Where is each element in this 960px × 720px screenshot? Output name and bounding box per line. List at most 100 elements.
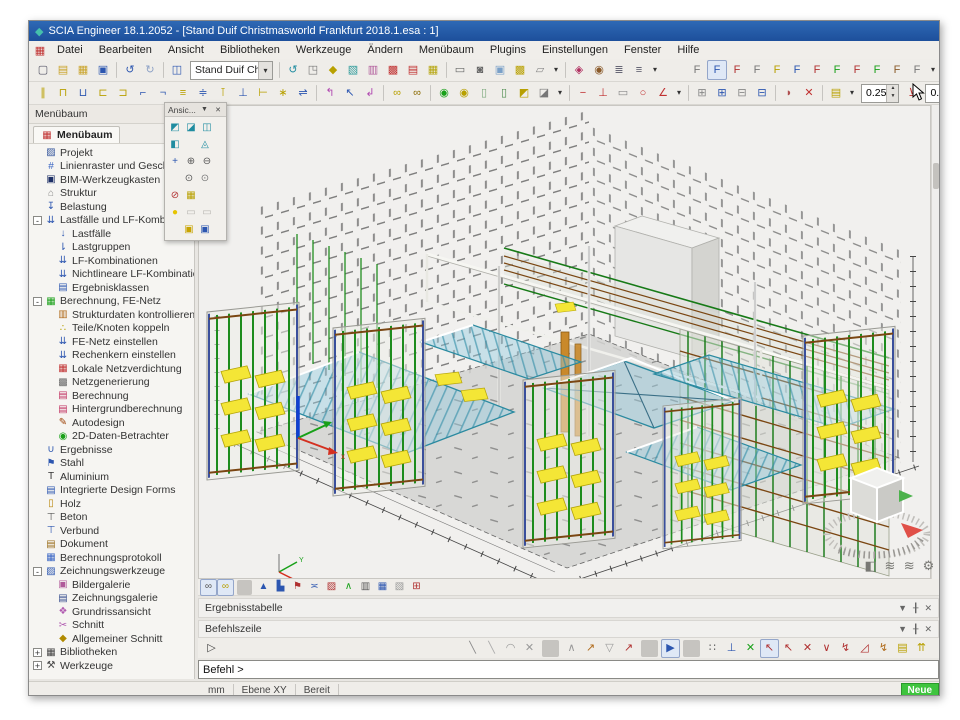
section14-icon[interactable]: ⇌ [293, 83, 313, 103]
tree-item[interactable]: ⇊ Rechenkern einstellen [29, 349, 194, 363]
tree-item[interactable]: ▤ Dokument [29, 538, 194, 552]
ortho-icon[interactable]: ⊥ [722, 639, 741, 658]
tree-expander[interactable] [45, 310, 54, 319]
tree-expander[interactable] [45, 364, 54, 373]
tree-expander[interactable] [33, 513, 42, 522]
clip-box-icon[interactable]: ▧ [343, 60, 363, 80]
tree-item[interactable]: ⊤ Verbund [29, 524, 194, 538]
light-icon[interactable]: ● [167, 204, 183, 221]
label12-icon[interactable]: F [907, 60, 927, 80]
axes-icon[interactable]: + [167, 153, 183, 170]
tree-expander[interactable] [45, 229, 54, 238]
columns-icon[interactable]: ▥ [357, 579, 374, 596]
caret-a3[interactable]: ▾ [846, 83, 858, 103]
scale-small-spinner[interactable]: 0.25 ▲▼ [861, 84, 899, 103]
tree-expander[interactable] [45, 270, 54, 279]
view-palette[interactable]: Ansic... ▼ ✕ ◩◪◫◧◬+⊕⊖⊙⊙⊘▦●▭▭▣▣ [164, 102, 227, 241]
tree-item[interactable]: ⇊ Nichtlineare LF-Kombinationen [29, 268, 194, 282]
zoom-out-icon[interactable]: ⊖ [199, 153, 215, 170]
snap-off-icon[interactable]: ✕ [520, 639, 539, 658]
section5-icon[interactable]: ⊐ [113, 83, 133, 103]
render-icon[interactable]: ◆ [323, 60, 343, 80]
viewport-3d[interactable]: x Y x [198, 105, 931, 579]
snap-node7-icon[interactable]: ↯ [874, 639, 893, 658]
dim-circle-icon[interactable]: ○ [633, 83, 653, 103]
tree-expander[interactable]: - [33, 567, 42, 576]
label8-icon[interactable]: F [827, 60, 847, 80]
view-iso-icon[interactable]: ◩ [167, 119, 183, 136]
label10-icon[interactable]: F [867, 60, 887, 80]
status-plane[interactable]: Ebene XY [234, 684, 296, 696]
tools3-icon[interactable]: ≣ [609, 60, 629, 80]
redo-icon[interactable]: ↻ [140, 60, 160, 80]
project-combo[interactable]: Stand Duif Christr ▾ [190, 61, 273, 80]
caret-mid2[interactable]: ▾ [649, 60, 661, 80]
delete-icon[interactable]: ✕ [799, 83, 819, 103]
tree-item[interactable]: ⊤ Beton [29, 511, 194, 525]
preview-icon[interactable]: ◙ [470, 60, 490, 80]
layer1-icon[interactable]: ▯ [474, 83, 494, 103]
roof-icon[interactable]: ∧ [340, 579, 357, 596]
tree-item[interactable]: ⇂ Lastgruppen [29, 241, 194, 255]
view-side-icon[interactable]: ◫ [199, 119, 215, 136]
planes-tool-icon[interactable]: ≋ [902, 558, 917, 574]
tree-item[interactable]: ▤ Ergebnisklassen [29, 281, 194, 295]
tree-item[interactable]: T Aluminium [29, 470, 194, 484]
command-input[interactable]: Befehl > [198, 660, 939, 679]
tree-expander[interactable] [45, 378, 54, 387]
structure-icon[interactable]: ▲ [255, 579, 272, 596]
tree-expander[interactable] [33, 486, 42, 495]
clipboard-icon[interactable]: ▣ [181, 221, 197, 238]
link1-icon[interactable]: ∞ [200, 579, 217, 596]
select3-icon[interactable]: ↲ [360, 83, 380, 103]
calc2-icon[interactable]: ▦ [423, 60, 443, 80]
binocular2-icon[interactable]: ◉ [454, 83, 474, 103]
ghost-view-icon[interactable]: ▧ [391, 579, 408, 596]
solid-view-icon[interactable]: ◳ [303, 60, 323, 80]
copy3-icon[interactable]: ⊟ [732, 83, 752, 103]
snap-cross-icon[interactable]: ✕ [741, 639, 760, 658]
snap-line2-icon[interactable]: ╲ [482, 639, 501, 658]
status-units[interactable]: mm [200, 684, 234, 696]
title-bar[interactable]: ◆ SCIA Engineer 18.1.2052 - [Stand Duif … [29, 21, 939, 41]
mesh-view-icon[interactable]: ▨ [323, 579, 340, 596]
view-top-icon[interactable]: ◧ [167, 136, 183, 153]
grid-dots-icon[interactable]: ∷ [703, 639, 722, 658]
dim-line-icon[interactable]: − [573, 83, 593, 103]
tools2-icon[interactable]: ◉ [589, 60, 609, 80]
zoom-in-icon[interactable]: ⊕ [183, 153, 199, 170]
tree-item[interactable]: ▩ Netzgenerierung [29, 376, 194, 390]
tree-expander[interactable] [45, 607, 54, 616]
tree-expander[interactable] [45, 324, 54, 333]
section4-icon[interactable]: ⊏ [93, 83, 113, 103]
tree-expander[interactable] [45, 405, 54, 414]
caret-a2[interactable]: ▾ [673, 83, 685, 103]
activity1-icon[interactable]: ◩ [514, 83, 534, 103]
tree-item[interactable]: ▤ Zeichnungsgalerie [29, 592, 194, 606]
picture-icon[interactable]: ▱ [530, 60, 550, 80]
tree-expander[interactable] [45, 391, 54, 400]
gallery-icon[interactable]: ▩ [510, 60, 530, 80]
panel-close-icon[interactable]: ✕ [924, 603, 932, 614]
table-view-icon[interactable]: ▦ [374, 579, 391, 596]
palette-header[interactable]: Ansic... ▼ ✕ [165, 103, 226, 117]
layer2-icon[interactable]: ▯ [494, 83, 514, 103]
spin-down-icon[interactable]: ▼ [887, 93, 898, 102]
tree-item[interactable]: ▦ Lokale Netzverdichtung [29, 362, 194, 376]
labels-icon[interactable]: ⚑ [289, 579, 306, 596]
snap-count-icon[interactable]: ⇈ [912, 639, 931, 658]
isometry-tool-icon[interactable]: ◧ [863, 558, 878, 574]
snap-node5-icon[interactable]: ↯ [836, 639, 855, 658]
tree-item[interactable]: ❖ Grundrissansicht [29, 605, 194, 619]
snap-node1-icon[interactable]: ↖ [760, 639, 779, 658]
snap-dim-icon[interactable]: ▤ [893, 639, 912, 658]
tree-expander[interactable]: + [33, 661, 42, 670]
tree-expander[interactable] [45, 634, 54, 643]
dim-box-icon[interactable]: ▭ [613, 83, 633, 103]
tree-expander[interactable]: - [33, 216, 42, 225]
tree-item[interactable]: ▤ Berechnung [29, 389, 194, 403]
tree-item[interactable]: ∴ Teile/Knoten koppeln [29, 322, 194, 336]
link2-icon[interactable]: ∞ [217, 579, 234, 596]
pair2-icon[interactable]: ∞ [407, 83, 427, 103]
snap-mid-icon[interactable]: ∧ [562, 639, 581, 658]
